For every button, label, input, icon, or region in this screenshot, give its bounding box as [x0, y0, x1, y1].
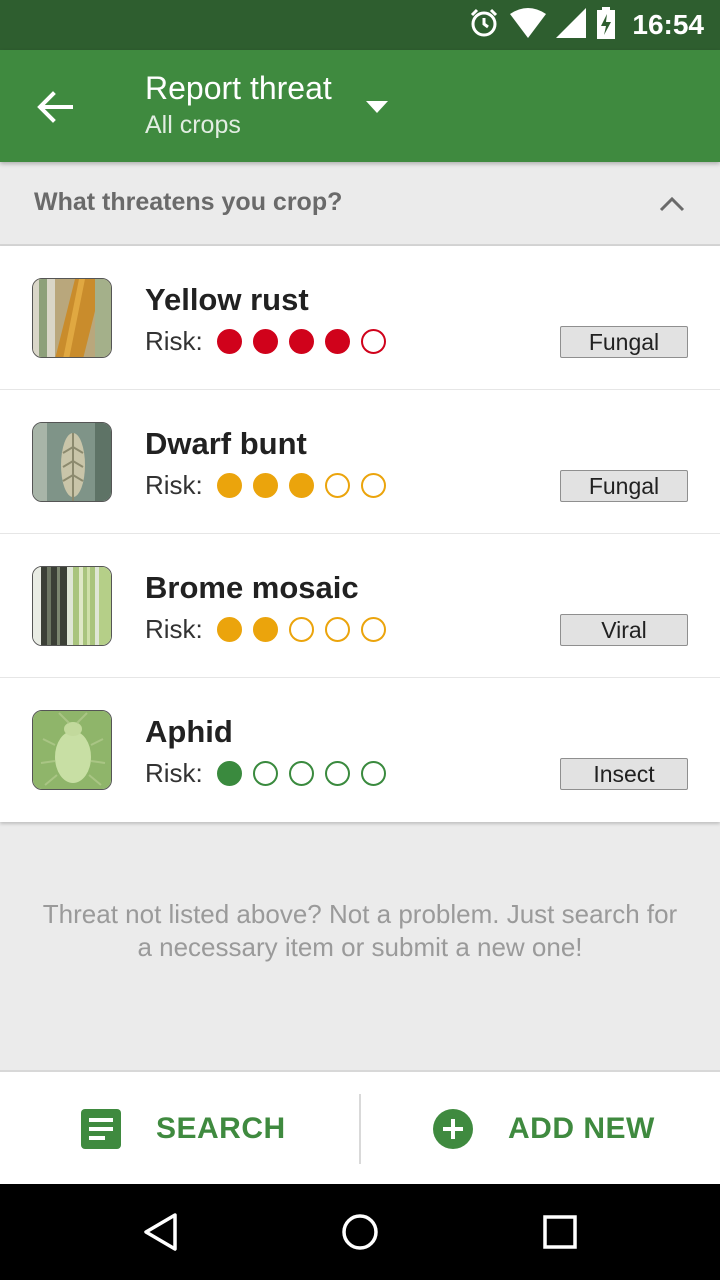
threat-name: Dwarf bunt — [145, 426, 307, 461]
nav-back-icon — [144, 1213, 177, 1251]
chevron-up-icon — [659, 196, 685, 212]
bottom-action-bar: SEARCH ADD NEW — [0, 1070, 720, 1184]
nav-recents-button[interactable] — [536, 1208, 584, 1256]
threat-row-brome-mosaic[interactable]: Brome mosaic Risk: Viral — [0, 534, 720, 678]
category-tag: Fungal — [560, 326, 688, 358]
risk-indicator: Risk: — [145, 326, 397, 357]
question-text: What threatens you crop? — [34, 188, 343, 216]
dropdown-arrow-icon — [366, 101, 388, 113]
not-listed-hint: Threat not listed above? Not a problem. … — [42, 899, 678, 962]
risk-dot-filled — [252, 617, 278, 642]
title-block[interactable]: Report threat All crops — [145, 68, 332, 142]
search-list-icon — [81, 1109, 121, 1149]
threat-name: Brome mosaic — [145, 570, 359, 605]
risk-dot-filled — [216, 617, 242, 642]
risk-dot-empty — [324, 761, 350, 786]
risk-indicator: Risk: — [145, 758, 397, 789]
app-bar: Report threat All crops — [0, 50, 720, 162]
arrow-back-icon — [37, 91, 73, 123]
risk-dot-empty — [360, 329, 386, 354]
risk-dot-empty — [324, 473, 350, 498]
question-header[interactable]: What threatens you crop? — [0, 162, 720, 246]
nav-home-button[interactable] — [336, 1208, 384, 1256]
risk-dot-empty — [288, 761, 314, 786]
risk-label: Risk: — [145, 326, 203, 356]
dwarf-bunt-thumbnail — [32, 422, 112, 502]
risk-dot-filled — [288, 329, 314, 354]
category-tag: Insect — [560, 758, 688, 790]
risk-indicator: Risk: — [145, 614, 397, 645]
system-navigation-bar — [0, 1184, 720, 1280]
risk-dot-filled — [216, 473, 242, 498]
nav-home-icon — [342, 1214, 378, 1250]
status-bar: 16:54 — [0, 0, 720, 50]
risk-dot-empty — [288, 617, 314, 642]
action-divider — [359, 1094, 361, 1164]
back-button[interactable] — [20, 72, 90, 142]
status-icons: 16:54 — [468, 0, 704, 50]
risk-dot-empty — [252, 761, 278, 786]
collapse-button[interactable] — [654, 186, 690, 222]
wifi-icon — [510, 7, 547, 43]
add-circle-icon — [433, 1109, 473, 1149]
yellow-rust-thumbnail — [32, 278, 112, 358]
risk-indicator: Risk: — [145, 470, 397, 501]
risk-label: Risk: — [145, 470, 203, 500]
risk-dot-empty — [360, 617, 386, 642]
risk-dot-filled — [288, 473, 314, 498]
battery-charging-icon — [596, 6, 616, 44]
nav-back-button[interactable] — [136, 1208, 184, 1256]
add-new-button[interactable]: ADD NEW — [432, 1072, 655, 1186]
risk-dot-filled — [324, 329, 350, 354]
threat-row-yellow-rust[interactable]: Yellow rust Risk: Fungal — [0, 246, 720, 390]
page-subtitle: All crops — [145, 111, 241, 139]
threat-list: Yellow rust Risk: Fungal Dwarf bunt Risk… — [0, 246, 720, 822]
risk-dot-filled — [252, 329, 278, 354]
risk-label: Risk: — [145, 614, 203, 644]
threat-name: Aphid — [145, 714, 233, 749]
risk-dot-empty — [324, 617, 350, 642]
alarm-icon — [468, 7, 500, 44]
risk-label: Risk: — [145, 758, 203, 788]
page-title: Report threat — [145, 70, 332, 106]
nav-recents-icon — [543, 1215, 577, 1249]
risk-dot-filled — [252, 473, 278, 498]
status-time: 16:54 — [632, 9, 704, 40]
aphid-thumbnail — [32, 710, 112, 790]
risk-dot-filled — [216, 329, 242, 354]
risk-dot-empty — [360, 761, 386, 786]
threat-row-dwarf-bunt[interactable]: Dwarf bunt Risk: Fungal — [0, 390, 720, 534]
search-button[interactable]: SEARCH — [80, 1072, 286, 1186]
add-new-label: ADD NEW — [508, 1112, 655, 1145]
category-tag: Fungal — [560, 470, 688, 502]
category-tag: Viral — [560, 614, 688, 646]
threat-name: Yellow rust — [145, 282, 309, 317]
brome-mosaic-thumbnail — [32, 566, 112, 646]
crop-dropdown-button[interactable] — [360, 90, 394, 124]
search-label: SEARCH — [156, 1112, 286, 1145]
threat-row-aphid[interactable]: Aphid Risk: Insect — [0, 678, 720, 822]
risk-dot-filled — [216, 761, 242, 786]
signal-icon — [556, 7, 587, 43]
risk-dot-empty — [360, 473, 386, 498]
